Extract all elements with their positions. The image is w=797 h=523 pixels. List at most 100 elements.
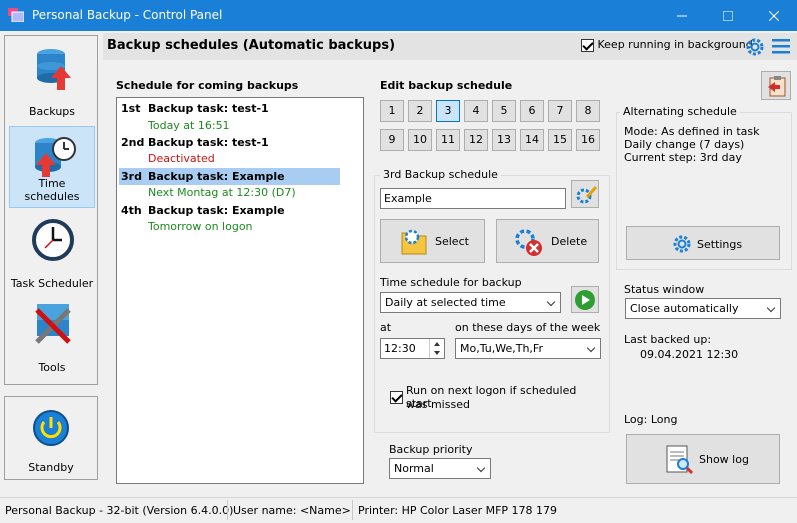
chevron-down-icon — [476, 463, 486, 473]
sidebar-item-backups[interactable]: Backups — [9, 40, 95, 122]
sidebar-item-label: Backups — [28, 105, 76, 118]
time-spinner[interactable] — [429, 339, 444, 358]
alternating-current-step: Current step: 3rd day — [624, 151, 742, 164]
slot-button-13[interactable]: 13 — [492, 129, 516, 151]
clock-icon — [32, 219, 74, 261]
time-schedule-label: Time schedule for backup — [380, 276, 522, 289]
clipboard-icon — [768, 76, 786, 97]
slot-button-11[interactable]: 11 — [436, 129, 460, 151]
list-item[interactable]: 2nd Backup task: test-1 — [119, 134, 340, 151]
schedule-status: Deactivated — [148, 152, 215, 165]
delete-button[interactable]: Delete — [496, 219, 599, 263]
status-separator — [352, 500, 353, 520]
checkbox-box[interactable] — [390, 391, 403, 404]
schedule-slot-grid: 1 2 3 4 5 6 7 8 9 10 11 12 13 14 15 16 — [380, 100, 610, 152]
run-on-logon-label-2: was missed — [406, 398, 470, 411]
schedule-task: Backup task: test-1 — [148, 136, 269, 149]
schedule-name-input[interactable]: Example — [380, 188, 566, 209]
page-title: Backup schedules (Automatic backups) — [107, 38, 396, 53]
status-window-select[interactable]: Close automatically — [625, 298, 781, 319]
alternating-mode: Mode: As defined in task — [624, 125, 760, 138]
slot-button-1[interactable]: 1 — [380, 100, 404, 122]
sidebar-item-tools[interactable]: Tools — [9, 296, 95, 378]
log-label: Log: Long — [624, 413, 678, 426]
slot-button-10[interactable]: 10 — [408, 129, 432, 151]
slot-button-16[interactable]: 16 — [576, 129, 600, 151]
status-user: User name: <Name> — [233, 504, 351, 517]
days-select[interactable]: Mo,Tu,We,Th,Fr — [455, 338, 601, 359]
play-icon — [575, 290, 595, 310]
menu-icon[interactable] — [772, 38, 790, 54]
database-clock-icon — [35, 137, 76, 177]
clipboard-button[interactable] — [761, 71, 791, 100]
sidebar-item-time-schedules[interactable]: Time schedules — [9, 126, 95, 208]
gear-icon — [673, 235, 691, 253]
days-value: Mo,Tu,We,Th,Fr — [460, 342, 543, 355]
show-log-button[interactable]: Show log — [626, 434, 780, 484]
slot-button-15[interactable]: 15 — [548, 129, 572, 151]
log-magnifier-icon — [666, 445, 694, 475]
close-icon — [769, 10, 779, 21]
time-schedule-select[interactable]: Daily at selected time — [380, 292, 561, 313]
folder-gear-icon — [401, 229, 427, 255]
standby-button[interactable]: Standby — [4, 396, 98, 480]
delete-label: Delete — [551, 235, 588, 248]
schedule-ordinal: 1st — [121, 102, 141, 115]
schedule-status: Today at 16:51 — [148, 119, 230, 132]
checkbox-box[interactable] — [581, 38, 594, 52]
list-item-selected[interactable]: 3rd Backup task: Example — [119, 168, 340, 185]
keep-running-checkbox[interactable]: Keep running in background — [581, 38, 753, 52]
slot-button-14[interactable]: 14 — [520, 129, 544, 151]
spinner-arrows-icon — [434, 342, 440, 355]
backup-schedule-group-label: 3rd Backup schedule — [380, 168, 501, 181]
sidebar: Backups Time schedules Task Scheduler To… — [4, 35, 98, 385]
app-icon — [8, 8, 24, 22]
sidebar-item-task-scheduler[interactable]: Task Scheduler — [9, 212, 95, 294]
window-title: Personal Backup - Control Panel — [32, 8, 223, 22]
time-input[interactable]: 12:30 — [380, 338, 445, 359]
list-item[interactable]: 4th Backup task: Example — [119, 202, 340, 219]
gear-delete-icon — [515, 229, 542, 256]
maximize-button[interactable] — [705, 0, 751, 31]
slot-button-7[interactable]: 7 — [548, 100, 572, 122]
page-header: Backup schedules (Automatic backups) Kee… — [103, 33, 797, 60]
run-on-logon-checkbox[interactable]: Run on next logon if scheduled start was… — [389, 384, 604, 414]
schedule-list-heading: Schedule for coming backups — [116, 79, 299, 92]
slot-button-4[interactable]: 4 — [464, 100, 488, 122]
list-item[interactable]: 1st Backup task: test-1 — [119, 100, 340, 117]
alternating-daily-change: Daily change (7 days) — [624, 138, 745, 151]
slot-button-9[interactable]: 9 — [380, 129, 404, 151]
minimize-icon — [677, 15, 687, 16]
schedule-task: Backup task: Example — [148, 170, 285, 183]
schedule-list[interactable]: 1st Backup task: test-1 Today at 16:51 2… — [116, 97, 364, 484]
slot-button-2[interactable]: 2 — [408, 100, 432, 122]
chevron-down-icon — [546, 297, 556, 307]
slot-button-3[interactable]: 3 — [436, 100, 460, 122]
priority-label: Backup priority — [389, 443, 473, 456]
minimize-button[interactable] — [659, 0, 705, 31]
edit-name-button[interactable] — [571, 180, 599, 208]
chevron-down-icon — [586, 343, 596, 353]
last-backed-up-label: Last backed up: — [624, 333, 712, 346]
select-label: Select — [435, 235, 469, 248]
standby-label: Standby — [28, 461, 74, 474]
alternating-schedule-title: Alternating schedule — [620, 105, 740, 118]
slot-button-6[interactable]: 6 — [520, 100, 544, 122]
run-schedule-button[interactable] — [571, 286, 599, 313]
schedule-ordinal: 3rd — [121, 170, 142, 183]
schedule-ordinal: 2nd — [121, 136, 145, 149]
select-button[interactable]: Select — [380, 219, 485, 263]
slot-button-8[interactable]: 8 — [576, 100, 600, 122]
slot-button-12[interactable]: 12 — [464, 129, 488, 151]
close-button[interactable] — [751, 0, 797, 31]
sidebar-item-label: Time schedules — [24, 177, 80, 203]
gear-icon[interactable] — [744, 36, 766, 58]
priority-select[interactable]: Normal — [389, 458, 491, 479]
schedule-status: Tomorrow on logon — [148, 220, 253, 233]
tools-icon — [35, 304, 71, 344]
title-bar: Personal Backup - Control Panel — [0, 0, 797, 31]
last-backed-up-value: 09.04.2021 12:30 — [640, 348, 739, 361]
settings-button[interactable]: Settings — [626, 226, 780, 260]
slot-button-5[interactable]: 5 — [492, 100, 516, 122]
status-version: Personal Backup - 32-bit (Version 6.4.0.… — [5, 504, 234, 517]
